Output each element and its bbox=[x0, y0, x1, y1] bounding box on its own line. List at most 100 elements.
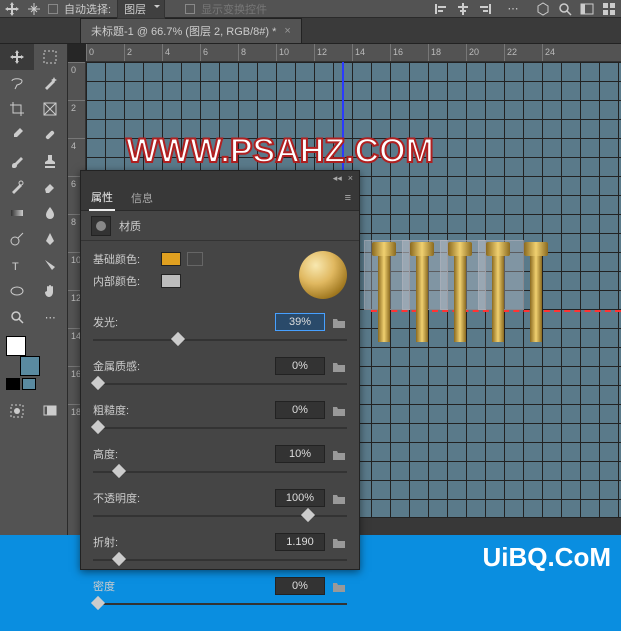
history-brush-tool[interactable] bbox=[0, 174, 34, 200]
lasso-tool[interactable] bbox=[0, 70, 34, 96]
gradient-tool[interactable] bbox=[0, 200, 34, 226]
ruler-tick: 22 bbox=[504, 44, 542, 61]
close-icon[interactable]: × bbox=[284, 25, 290, 37]
ruler-tick: 20 bbox=[466, 44, 504, 61]
slider-value[interactable]: 0% bbox=[275, 401, 325, 419]
ruler-tick: 4 bbox=[162, 44, 200, 61]
align-icon[interactable] bbox=[26, 1, 42, 17]
show-transform-checkbox[interactable] bbox=[185, 4, 195, 14]
panel-menu-icon[interactable]: ≡ bbox=[345, 192, 351, 204]
auto-select-label: 自动选择: bbox=[64, 1, 111, 17]
inner-color-swatch[interactable] bbox=[161, 274, 181, 288]
inner-color-label: 内部颜色: bbox=[93, 273, 155, 289]
pen-tool[interactable] bbox=[34, 226, 68, 252]
folder-icon[interactable] bbox=[331, 535, 347, 549]
folder-icon[interactable] bbox=[331, 359, 347, 373]
3d-icon[interactable] bbox=[535, 1, 551, 17]
align-left-icon[interactable] bbox=[433, 1, 449, 17]
folder-icon[interactable] bbox=[331, 315, 347, 329]
hand-tool[interactable] bbox=[34, 278, 68, 304]
ruler-tick: 6 bbox=[200, 44, 238, 61]
svg-text:T: T bbox=[12, 261, 19, 273]
slider-track[interactable] bbox=[93, 597, 347, 611]
more-icon[interactable]: ⋯ bbox=[505, 1, 521, 17]
heal-tool[interactable] bbox=[34, 122, 68, 148]
folder-icon[interactable] bbox=[331, 579, 347, 593]
folder-icon[interactable] bbox=[331, 403, 347, 417]
grid-icon[interactable] bbox=[601, 1, 617, 17]
wand-tool[interactable] bbox=[34, 70, 68, 96]
move-tool[interactable] bbox=[0, 44, 34, 70]
slider-track[interactable] bbox=[93, 465, 347, 479]
slider-track[interactable] bbox=[93, 553, 347, 567]
layer-dropdown[interactable]: 图层 bbox=[117, 0, 165, 19]
quickmask-tool[interactable] bbox=[0, 398, 34, 424]
properties-panel: ◂◂ × 属性 信息 ≡ 材质 基础颜色: 内部颜色: bbox=[80, 170, 360, 570]
folder-icon[interactable] bbox=[331, 447, 347, 461]
slider-label: 金属质感: bbox=[93, 358, 269, 374]
slider-track[interactable] bbox=[93, 377, 347, 391]
type-tool[interactable]: T bbox=[0, 252, 34, 278]
brush-tool[interactable] bbox=[0, 148, 34, 174]
texture-icon[interactable] bbox=[187, 252, 203, 266]
document-tab[interactable]: 未标题-1 @ 66.7% (图层 2, RGB/8#) * × bbox=[80, 18, 302, 43]
slider-label: 密度 bbox=[93, 578, 269, 594]
ruler-tick: 8 bbox=[238, 44, 276, 61]
document-tabs: 未标题-1 @ 66.7% (图层 2, RGB/8#) * × bbox=[0, 18, 621, 44]
ruler-tick: 24 bbox=[542, 44, 580, 61]
search-icon[interactable] bbox=[557, 1, 573, 17]
ruler-horizontal[interactable]: 024681012141618202224 bbox=[86, 44, 621, 62]
ruler-tick: 18 bbox=[428, 44, 466, 61]
dodge-tool[interactable] bbox=[0, 226, 34, 252]
slider-value[interactable]: 10% bbox=[275, 445, 325, 463]
color-swatch[interactable] bbox=[6, 336, 40, 376]
bg-color[interactable] bbox=[20, 356, 40, 376]
path-tool[interactable] bbox=[34, 252, 68, 278]
auto-select-checkbox[interactable] bbox=[48, 4, 58, 14]
align-right-icon[interactable] bbox=[477, 1, 493, 17]
default-colors[interactable] bbox=[6, 378, 20, 390]
slider-label: 发光: bbox=[93, 314, 269, 330]
base-color-swatch[interactable] bbox=[161, 252, 181, 266]
material-preview[interactable] bbox=[299, 251, 347, 299]
options-bar: 自动选择: 图层 显示变换控件 ⋯ bbox=[0, 0, 621, 18]
tools-panel: T ⋯ bbox=[0, 44, 68, 535]
panel-icon[interactable] bbox=[579, 1, 595, 17]
ruler-tick: 0 bbox=[68, 62, 85, 100]
slider-label: 不透明度: bbox=[93, 490, 269, 506]
slider-track[interactable] bbox=[93, 509, 347, 523]
align-center-icon[interactable] bbox=[455, 1, 471, 17]
zoom-tool[interactable] bbox=[0, 304, 34, 330]
frame-tool[interactable] bbox=[34, 96, 68, 122]
marquee-tool[interactable] bbox=[34, 44, 68, 70]
fg-color[interactable] bbox=[6, 336, 26, 356]
ruler-tick: 14 bbox=[352, 44, 390, 61]
move-tool-icon[interactable] bbox=[4, 1, 20, 17]
close-panel-icon[interactable]: × bbox=[348, 173, 353, 183]
tab-properties[interactable]: 属性 bbox=[89, 185, 115, 211]
ruler-tick: 2 bbox=[68, 100, 85, 138]
3d-objects[interactable] bbox=[376, 242, 544, 342]
more-tools[interactable]: ⋯ bbox=[34, 304, 68, 330]
stamp-tool[interactable] bbox=[34, 148, 68, 174]
shape-tool[interactable] bbox=[0, 278, 34, 304]
eyedropper-tool[interactable] bbox=[0, 122, 34, 148]
tab-info[interactable]: 信息 bbox=[129, 186, 155, 210]
crop-tool[interactable] bbox=[0, 96, 34, 122]
blur-tool[interactable] bbox=[34, 200, 68, 226]
slider-value[interactable]: 39% bbox=[275, 313, 325, 331]
eraser-tool[interactable] bbox=[34, 174, 68, 200]
slider-value[interactable]: 1.190 bbox=[275, 533, 325, 551]
ruler-tick: 16 bbox=[390, 44, 428, 61]
slider-value[interactable]: 100% bbox=[275, 489, 325, 507]
show-transform-label: 显示变换控件 bbox=[201, 1, 267, 17]
slider-track[interactable] bbox=[93, 421, 347, 435]
slider-value[interactable]: 0% bbox=[275, 357, 325, 375]
swap-colors[interactable] bbox=[22, 378, 36, 390]
screenmode-tool[interactable] bbox=[34, 398, 68, 424]
slider-value[interactable]: 0% bbox=[275, 577, 325, 595]
ruler-tick: 10 bbox=[276, 44, 314, 61]
folder-icon[interactable] bbox=[331, 491, 347, 505]
collapse-icon[interactable]: ◂◂ bbox=[333, 173, 342, 184]
slider-track[interactable] bbox=[93, 333, 347, 347]
